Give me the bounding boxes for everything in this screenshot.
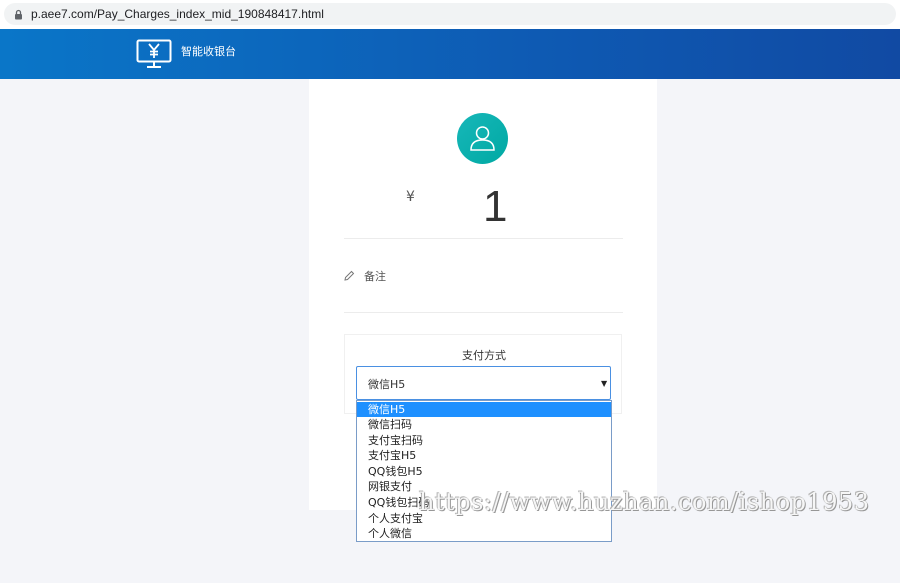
url-text: p.aee7.com/Pay_Charges_index_mid_1908484…	[31, 7, 324, 21]
selected-payment-method: 微信H5	[368, 378, 406, 391]
option-personal-wechat[interactable]: 个人微信	[357, 526, 611, 542]
browser-address-bar: p.aee7.com/Pay_Charges_index_mid_1908484…	[0, 0, 900, 30]
payment-method-dropdown: 微信H5 微信扫码 支付宝扫码 支付宝H5 QQ钱包H5 网银支付 QQ钱包扫码…	[356, 400, 612, 542]
watermark: https://www.huzhan.com/ishop1953	[419, 488, 870, 516]
option-qq-wallet-h5[interactable]: QQ钱包H5	[357, 464, 611, 480]
payment-method-label: 支付方式	[462, 349, 506, 362]
option-alipay-h5[interactable]: 支付宝H5	[357, 448, 611, 464]
caret-down-icon: ▼	[601, 379, 608, 388]
pencil-icon	[344, 270, 355, 281]
divider	[344, 238, 623, 239]
app-header: 智能收银台	[0, 29, 900, 79]
currency-symbol: ¥	[406, 189, 415, 205]
user-icon	[470, 126, 495, 151]
option-alipay-scan[interactable]: 支付宝扫码	[357, 433, 611, 449]
payment-method-select[interactable]: 微信H5 ▼	[356, 366, 611, 400]
option-wechat-h5[interactable]: 微信H5	[357, 401, 611, 418]
amount-value[interactable]: 1	[483, 179, 507, 235]
url-field[interactable]: p.aee7.com/Pay_Charges_index_mid_1908484…	[4, 3, 896, 25]
divider	[344, 312, 623, 313]
option-wechat-scan[interactable]: 微信扫码	[357, 417, 611, 433]
lock-icon	[15, 9, 22, 20]
yen-monitor-icon	[136, 39, 172, 68]
brand-title: 智能收银台	[181, 45, 236, 58]
avatar	[457, 113, 508, 164]
remark-field[interactable]: 备注	[364, 270, 386, 284]
